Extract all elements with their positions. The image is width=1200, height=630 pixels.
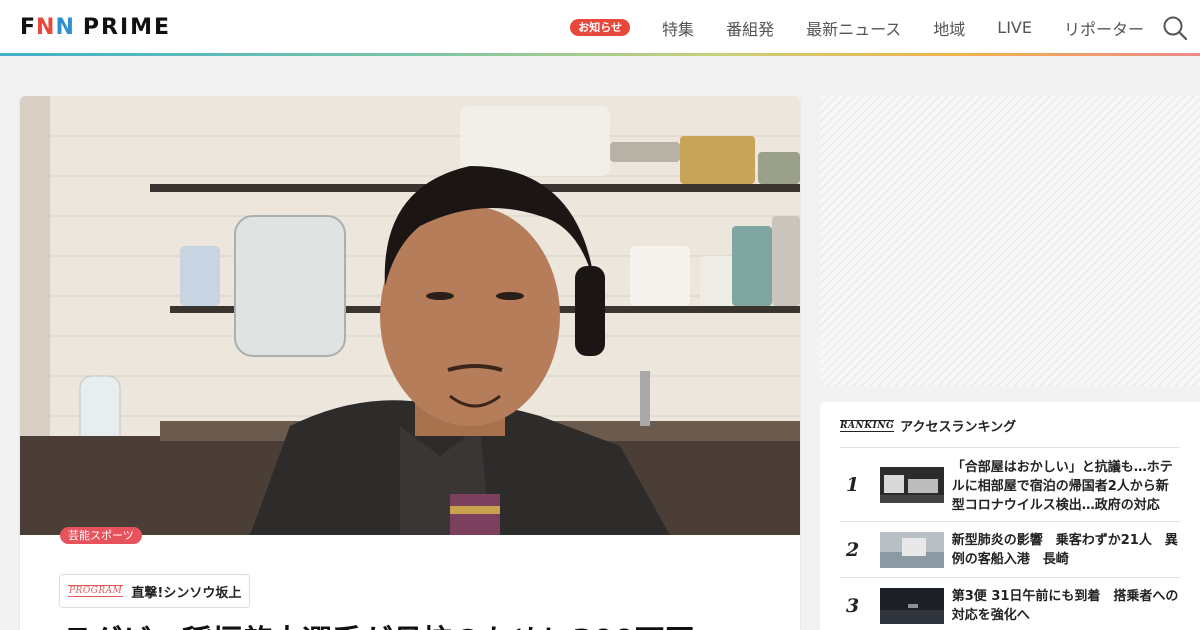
logo-letter-n1: N [36,14,56,40]
search-icon[interactable] [1162,15,1188,41]
ranking-title: アクセスランキング [900,420,1017,435]
ranking-divider [840,577,1180,578]
logo-letter-f: F [20,14,37,40]
ranking-divider [840,521,1180,522]
rank-number: 2 [846,539,860,561]
header-gradient-rule [0,53,1200,56]
site-header: FNN PRIME お知らせ 特集 番組発 最新ニュース 地域 LIVE リポー… [0,0,1200,56]
hero-photo[interactable] [20,96,800,535]
ranking-panel: RANKING アクセスランキング 1 「合部屋はおかしい」と抗議も…ホテルに相… [820,402,1200,630]
nav-item-region[interactable]: 地域 [933,16,965,40]
ranking-item-title: 「合部屋はおかしい」と抗議も…ホテルに相部屋で宿泊の帰国者2人から新型コロナウイ… [951,460,1173,513]
nav-item-latest-news[interactable]: 最新ニュース [806,16,901,40]
logo-fnn: FNN [20,15,75,40]
category-badge[interactable]: 芸能スポーツ [60,527,142,544]
program-tag[interactable]: PROGRAM 直撃!シンソウ坂上 [59,574,251,608]
ranking-thumbnail [879,467,944,503]
nav-item-programs[interactable]: 番組発 [726,16,774,40]
notice-badge[interactable]: お知らせ [570,19,631,36]
nav-item-live[interactable]: LIVE [997,18,1032,37]
ranking-header: RANKING アクセスランキング [840,416,1016,435]
hero-headline[interactable]: ラグビー稲垣啓太選手が母校のために300万円 [62,616,782,630]
ranking-item-3[interactable]: 3 第3便 31日午前にも到着 搭乗者への対応を強化へ [840,587,1180,625]
hero-article-card[interactable]: 芸能スポーツ PROGRAM 直撃!シンソウ坂上 ラグビー稲垣啓太選手が母校のた… [20,96,800,630]
program-name: 直撃!シンソウ坂上 [131,585,242,601]
ranking-item-1[interactable]: 1 「合部屋はおかしい」と抗議も…ホテルに相部屋で宿泊の帰国者2人から新型コロナ… [840,458,1180,515]
ad-placeholder [820,96,1200,386]
ranking-item-2[interactable]: 2 新型肺炎の影響 乗客わずか21人 異例の客船入港 長崎 [840,531,1180,569]
nav-item-reporter[interactable]: リポーター [1064,16,1144,40]
ranking-thumbnail [879,532,944,568]
ranking-thumbnail [879,588,944,624]
ranking-item-title: 第3便 31日午前にも到着 搭乗者への対応を強化へ [951,589,1179,623]
ranking-item-title: 新型肺炎の影響 乗客わずか21人 異例の客船入港 長崎 [951,533,1178,567]
logo-prime: PRIME [82,14,172,40]
nav-item-features[interactable]: 特集 [662,16,694,40]
main-nav: お知らせ 特集 番組発 最新ニュース 地域 LIVE リポーター [570,0,1144,55]
ranking-label: RANKING [840,419,895,432]
rank-number: 3 [846,595,860,617]
logo-letter-n2: N [55,14,75,40]
fnn-prime-logo[interactable]: FNN PRIME [20,14,171,40]
ranking-divider [840,447,1180,448]
rank-number: 1 [846,474,860,496]
program-label: PROGRAM [68,585,124,597]
